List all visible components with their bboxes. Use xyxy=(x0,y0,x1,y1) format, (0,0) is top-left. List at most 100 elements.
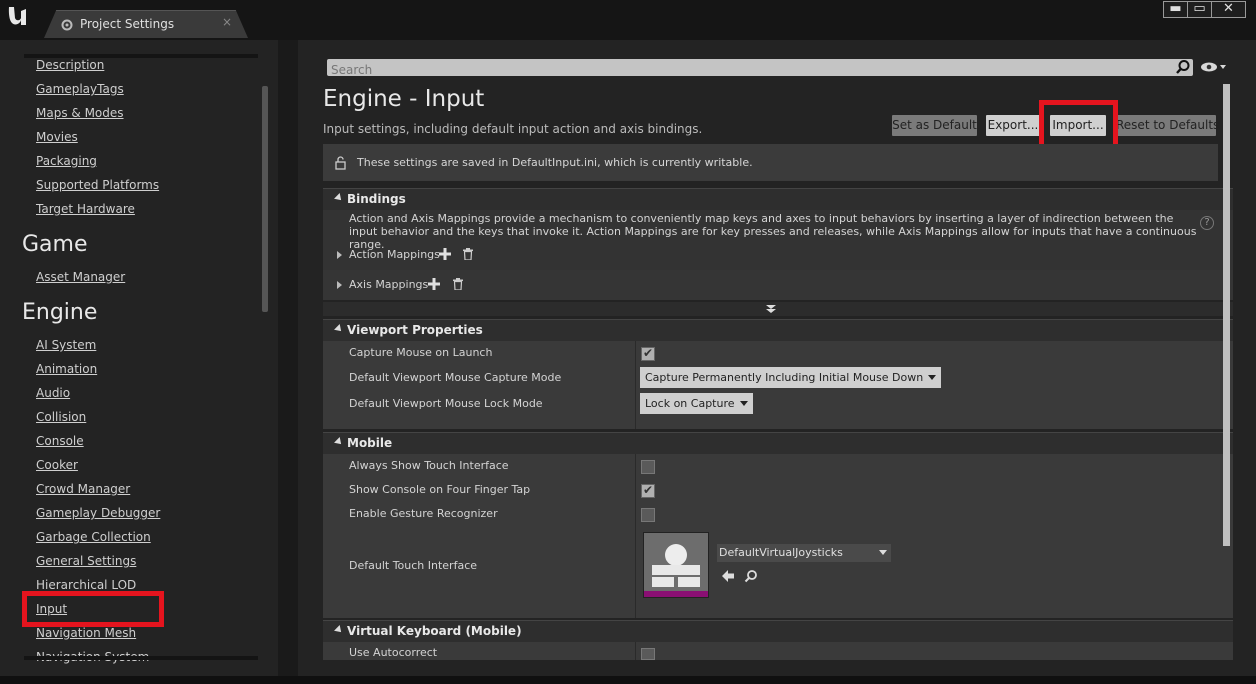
page-title: Engine - Input xyxy=(323,86,485,112)
section-title: Mobile xyxy=(347,436,393,450)
maximize-button[interactable]: ▭ xyxy=(1187,1,1212,18)
expand-advanced-icon[interactable] xyxy=(765,304,777,314)
set-as-default-button[interactable]: Set as Default xyxy=(892,115,977,136)
add-icon[interactable] xyxy=(439,248,451,260)
touch-interface-combo[interactable]: DefaultVirtualJoysticks xyxy=(717,544,891,562)
search-icon[interactable] xyxy=(1175,59,1191,75)
gesture-recognizer-checkbox[interactable] xyxy=(641,508,655,522)
section-title: Viewport Properties xyxy=(347,323,483,337)
minimize-button[interactable]: ▬ xyxy=(1163,1,1188,18)
delete-icon[interactable] xyxy=(462,248,474,260)
section-bindings-header[interactable]: Bindings xyxy=(323,188,1233,210)
expand-arrow-icon[interactable] xyxy=(337,251,342,259)
console-four-finger-checkbox[interactable]: ✔ xyxy=(641,483,655,498)
help-icon[interactable]: ? xyxy=(1200,216,1214,230)
sidebar-item-general-settings[interactable]: General Settings xyxy=(36,554,136,568)
sidebar-item-navigation-mesh[interactable]: Navigation Mesh xyxy=(36,626,136,640)
sidebar-item-crowd-manager[interactable]: Crowd Manager xyxy=(36,482,130,496)
capture-mode-dropdown[interactable]: Capture Permanently Including Initial Mo… xyxy=(640,367,942,388)
sidebar-item-hierarchical-lod[interactable]: Hierarchical LOD xyxy=(36,578,136,592)
sidebar-item-gameplaytags[interactable]: GameplayTags xyxy=(36,82,124,96)
autocorrect-label: Use Autocorrect xyxy=(349,646,438,659)
section-mobile-header[interactable]: Mobile xyxy=(323,432,1233,454)
console-four-finger-label: Show Console on Four Finger Tap xyxy=(349,483,531,496)
column-divider[interactable] xyxy=(635,341,636,429)
advanced-expander[interactable] xyxy=(323,302,1233,316)
export-button[interactable]: Export... xyxy=(986,115,1040,136)
search-box[interactable] xyxy=(327,59,1193,79)
settings-panel: Engine - Input Input settings, including… xyxy=(298,40,1256,676)
chevron-down-icon xyxy=(879,550,887,555)
add-icon[interactable] xyxy=(428,278,440,290)
capture-mode-label: Default Viewport Mouse Capture Mode xyxy=(349,371,562,384)
sidebar-item-ai-system[interactable]: AI System xyxy=(36,338,96,352)
collapse-arrow-icon xyxy=(334,625,344,635)
sidebar-item-asset-manager[interactable]: Asset Manager xyxy=(36,270,125,284)
sidebar-item-maps-modes[interactable]: Maps & Modes xyxy=(36,106,124,120)
sidebar: Description GameplayTags Maps & Modes Mo… xyxy=(0,40,278,684)
close-button[interactable]: ✕ xyxy=(1211,1,1246,18)
touch-interface-thumbnail[interactable] xyxy=(643,532,709,598)
sidebar-item-packaging[interactable]: Packaging xyxy=(36,154,97,168)
sidebar-item-collision[interactable]: Collision xyxy=(36,410,86,424)
checkmark-icon: ✔ xyxy=(643,346,654,360)
settings-scrollbar[interactable] xyxy=(1223,84,1230,546)
axis-mappings-row[interactable]: Axis Mappings xyxy=(323,270,1233,300)
collapse-arrow-icon xyxy=(334,193,344,203)
notice-text: These settings are saved in DefaultInput… xyxy=(357,156,753,169)
use-selected-arrow-icon[interactable] xyxy=(721,569,735,583)
sidebar-item-garbage-collection[interactable]: Garbage Collection xyxy=(36,530,151,544)
joystick-asset-icon xyxy=(644,533,708,597)
lock-mode-label: Default Viewport Mouse Lock Mode xyxy=(349,397,543,410)
sidebar-heading-game: Game xyxy=(22,232,88,257)
sidebar-item-console[interactable]: Console xyxy=(36,434,84,448)
search-input[interactable] xyxy=(327,61,1193,79)
expand-arrow-icon[interactable] xyxy=(337,281,342,289)
checkmark-icon: ✔ xyxy=(643,483,654,497)
always-show-touch-checkbox[interactable] xyxy=(641,460,655,474)
touch-interface-value: DefaultVirtualJoysticks xyxy=(719,546,843,559)
view-options-icon[interactable] xyxy=(1200,60,1228,74)
settings-icon xyxy=(61,19,73,31)
always-show-touch-label: Always Show Touch Interface xyxy=(349,459,509,472)
chevron-down-icon xyxy=(739,401,748,406)
capture-mouse-label: Capture Mouse on Launch xyxy=(349,346,493,359)
panel-splitter[interactable] xyxy=(278,40,298,684)
sidebar-item-cooker[interactable]: Cooker xyxy=(36,458,78,472)
action-mappings-label: Action Mappings xyxy=(349,248,440,261)
action-mappings-row[interactable]: Action Mappings xyxy=(323,240,1233,270)
sidebar-item-supported-platforms[interactable]: Supported Platforms xyxy=(36,178,159,192)
collapse-arrow-icon xyxy=(334,437,344,447)
mobile-body: Always Show Touch Interface Show Console… xyxy=(323,454,1233,618)
delete-icon[interactable] xyxy=(452,278,464,290)
virtual-keyboard-body: Use Autocorrect xyxy=(323,642,1233,660)
browse-magnifier-icon[interactable] xyxy=(744,569,758,583)
column-divider[interactable] xyxy=(635,454,636,618)
tab-project-settings[interactable]: Project Settings × xyxy=(44,10,248,38)
capture-mode-value: Capture Permanently Including Initial Mo… xyxy=(645,371,924,384)
section-viewport-header[interactable]: Viewport Properties xyxy=(323,319,1233,341)
title-bar: Project Settings × ▬ ▭ ✕ xyxy=(0,0,1256,40)
section-virtual-keyboard-header[interactable]: Virtual Keyboard (Mobile) xyxy=(323,620,1233,642)
sidebar-item-description[interactable]: Description xyxy=(36,58,104,72)
lock-mode-dropdown[interactable]: Lock on Capture xyxy=(640,393,753,414)
tab-close-icon[interactable]: × xyxy=(222,15,232,29)
reset-to-defaults-button[interactable]: Reset to Defaults xyxy=(1116,115,1219,136)
autocorrect-checkbox[interactable] xyxy=(641,648,655,660)
sidebar-item-target-hardware[interactable]: Target Hardware xyxy=(36,202,135,216)
sidebar-item-animation[interactable]: Animation xyxy=(36,362,97,376)
sidebar-item-audio[interactable]: Audio xyxy=(36,386,70,400)
axis-mappings-label: Axis Mappings xyxy=(349,278,429,291)
window-controls: ▬ ▭ ✕ xyxy=(1163,1,1246,18)
bindings-body: Action and Axis Mappings provide a mecha… xyxy=(323,210,1233,300)
highlight-box-input xyxy=(22,591,164,627)
sidebar-heading-engine: Engine xyxy=(22,300,98,325)
column-divider[interactable] xyxy=(635,642,636,660)
sidebar-item-movies[interactable]: Movies xyxy=(36,130,78,144)
collapse-arrow-icon xyxy=(334,324,344,334)
gesture-recognizer-label: Enable Gesture Recognizer xyxy=(349,507,498,520)
capture-mouse-checkbox[interactable]: ✔ xyxy=(641,346,655,361)
sidebar-item-gameplay-debugger[interactable]: Gameplay Debugger xyxy=(36,506,160,520)
unreal-logo-icon[interactable] xyxy=(4,3,32,31)
sidebar-scrollbar[interactable] xyxy=(262,86,268,312)
